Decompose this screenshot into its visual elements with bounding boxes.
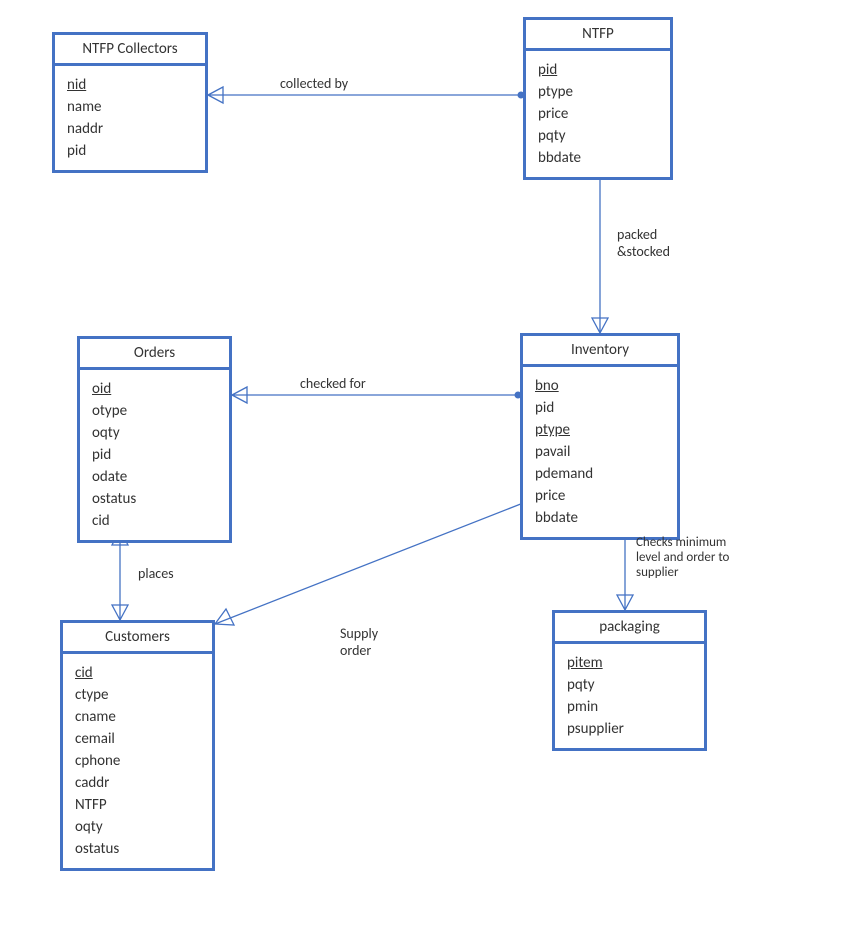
rel-places: places — [138, 565, 174, 582]
rel-packed-stocked: packed &stocked — [617, 226, 670, 260]
attr-bno: bno — [535, 375, 665, 397]
attr-pid: pid — [535, 397, 665, 419]
entity-body: pid ptype price pqty bbdate — [526, 51, 670, 177]
rel-checks-min: Checks minimum level and order to suppli… — [636, 535, 729, 580]
attr-odate: odate — [92, 466, 217, 488]
attr-cemail: cemail — [75, 728, 200, 750]
attr-cname: cname — [75, 706, 200, 728]
attr-bbdate: bbdate — [538, 147, 658, 169]
attr-psupplier: psupplier — [567, 718, 692, 740]
attr-cid: cid — [92, 510, 217, 532]
entity-inventory: Inventory bno pid ptype pavail pdemand p… — [520, 333, 680, 540]
attr-pid: pid — [67, 140, 193, 162]
attr-pid: pid — [538, 59, 658, 81]
entity-orders: Orders oid otype oqty pid odate ostatus … — [77, 336, 232, 543]
attr-name: name — [67, 96, 193, 118]
entity-body: pitem pqty pmin psupplier — [555, 644, 704, 748]
attr-ostatus: ostatus — [92, 488, 217, 510]
attr-oid: oid — [92, 378, 217, 400]
attr-pqty: pqty — [567, 674, 692, 696]
attr-ntfp: NTFP — [75, 794, 200, 816]
attr-oqty: oqty — [92, 422, 217, 444]
entity-title: NTFP Collectors — [55, 35, 205, 66]
entity-body: oid otype oqty pid odate ostatus cid — [80, 370, 229, 540]
attr-ptype: ptype — [538, 81, 658, 103]
attr-pid: pid — [92, 444, 217, 466]
entity-body: nid name naddr pid — [55, 66, 205, 170]
attr-ptype: ptype — [535, 419, 665, 441]
attr-nid: nid — [67, 74, 193, 96]
attr-oqty: oqty — [75, 816, 200, 838]
entity-title: packaging — [555, 613, 704, 644]
entity-title: NTFP — [526, 20, 670, 51]
entity-packaging: packaging pitem pqty pmin psupplier — [552, 610, 707, 751]
attr-pqty: pqty — [538, 125, 658, 147]
attr-cphone: cphone — [75, 750, 200, 772]
attr-pdemand: pdemand — [535, 463, 665, 485]
entity-title: Customers — [63, 623, 212, 654]
entity-ntfp: NTFP pid ptype price pqty bbdate — [523, 17, 673, 180]
entity-body: bno pid ptype pavail pdemand price bbdat… — [523, 367, 677, 537]
attr-otype: otype — [92, 400, 217, 422]
attr-ctype: ctype — [75, 684, 200, 706]
rel-supply-order: Supply order — [340, 625, 378, 659]
attr-naddr: naddr — [67, 118, 193, 140]
attr-pitem: pitem — [567, 652, 692, 674]
entity-ntfp-collectors: NTFP Collectors nid name naddr pid — [52, 32, 208, 173]
attr-cid: cid — [75, 662, 200, 684]
attr-pmin: pmin — [567, 696, 692, 718]
attr-price: price — [538, 103, 658, 125]
rel-collected-by: collected by — [280, 75, 348, 92]
attr-caddr: caddr — [75, 772, 200, 794]
entity-body: cid ctype cname cemail cphone caddr NTFP… — [63, 654, 212, 868]
entity-title: Orders — [80, 339, 229, 370]
entity-title: Inventory — [523, 336, 677, 367]
attr-bbdate: bbdate — [535, 507, 665, 529]
attr-ostatus: ostatus — [75, 838, 200, 860]
attr-pavail: pavail — [535, 441, 665, 463]
entity-customers: Customers cid ctype cname cemail cphone … — [60, 620, 215, 871]
rel-checked-for: checked for — [300, 375, 366, 392]
attr-price: price — [535, 485, 665, 507]
